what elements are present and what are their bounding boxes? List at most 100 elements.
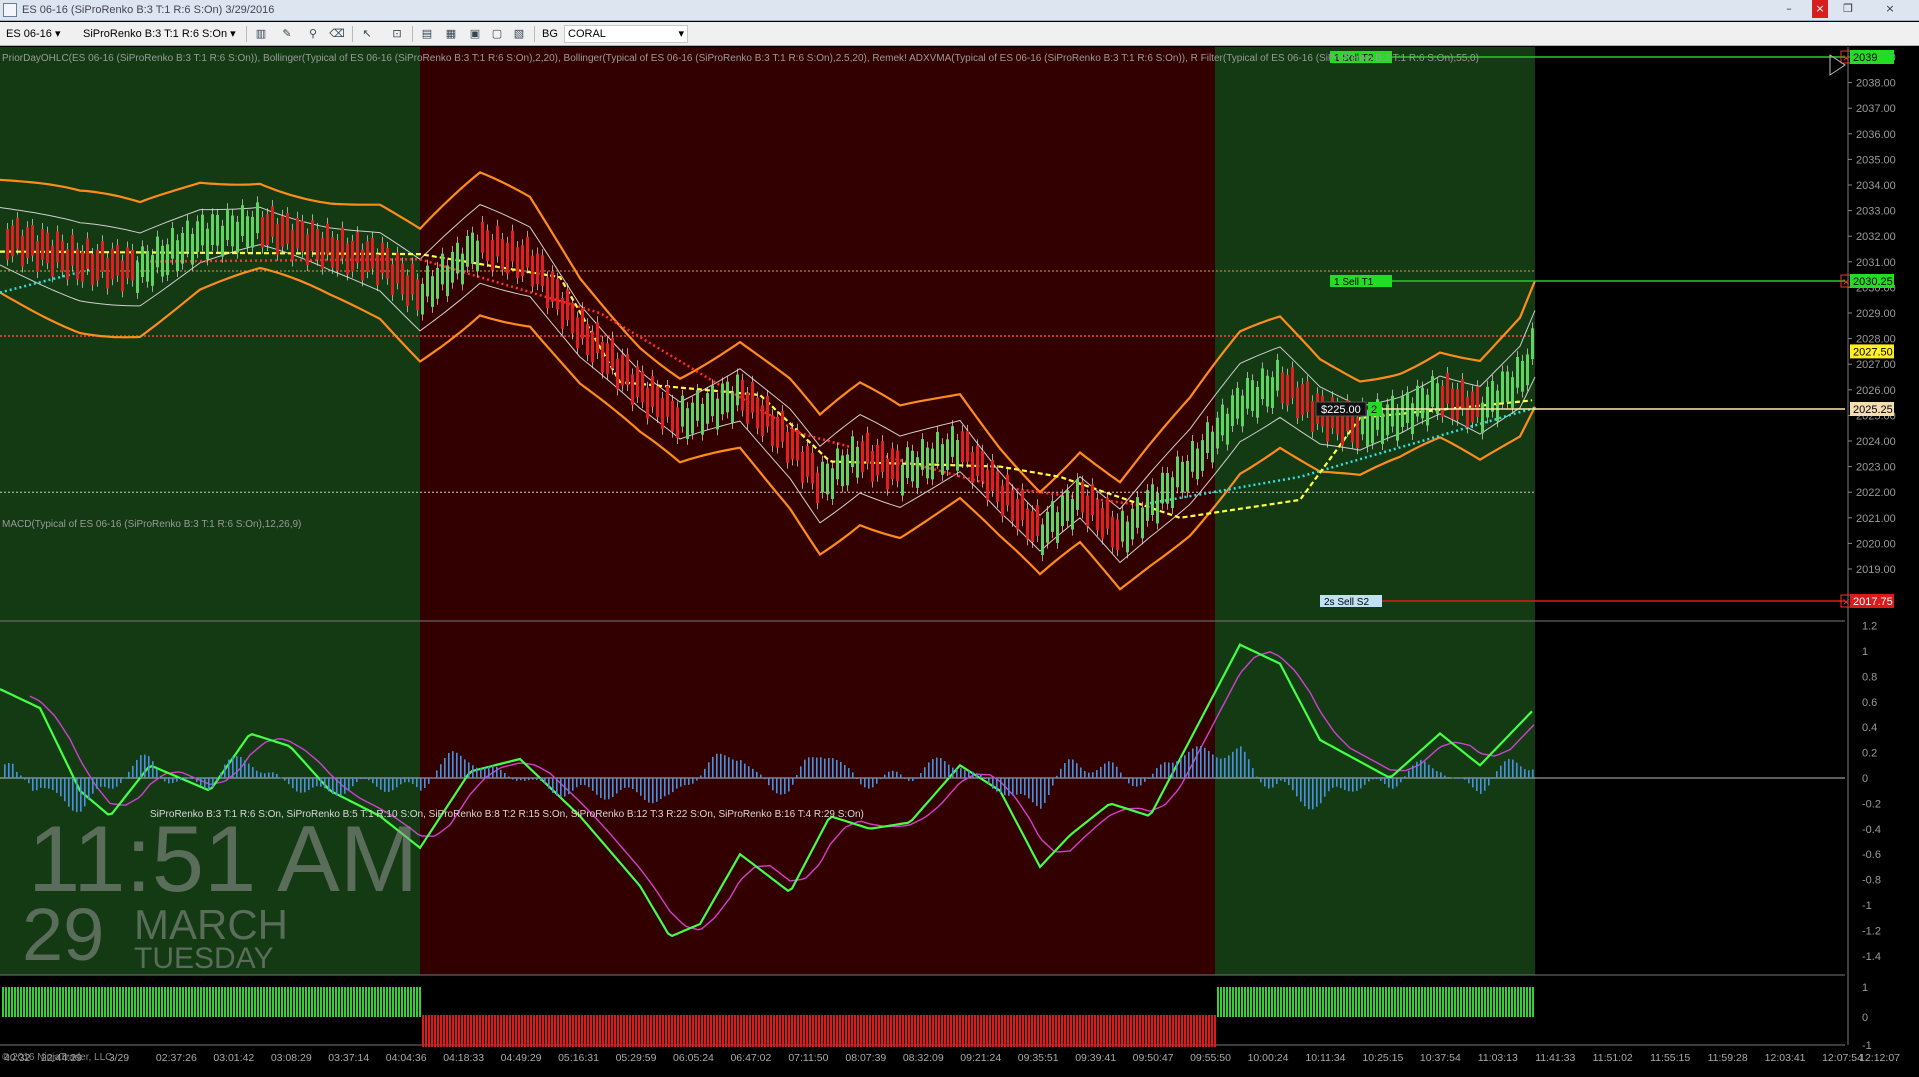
drawing-tools-icon[interactable]: ✎ — [278, 25, 296, 43]
macd-histogram-bar — [864, 778, 866, 788]
trend-bar — [191, 987, 193, 1017]
trend-bar — [1103, 1015, 1105, 1047]
candle-bar — [731, 392, 734, 423]
macd-histogram-bar — [168, 778, 170, 784]
close-button[interactable]: × — [1812, 0, 1828, 18]
candle-bar — [61, 240, 64, 272]
trend-bar — [125, 987, 127, 1017]
trend-bar — [1175, 1015, 1177, 1047]
candle-bar — [736, 374, 739, 406]
candle-bar — [1356, 417, 1359, 449]
trend-bar — [473, 1015, 475, 1047]
clock-month: MARCH — [134, 901, 288, 948]
macd-histogram-bar — [1076, 763, 1078, 778]
macd-histogram-bar — [1064, 763, 1066, 778]
bg-color-select[interactable]: CORAL ▾ — [564, 25, 688, 43]
pin-icon[interactable]: ⚲ — [304, 25, 322, 43]
trend-bar — [149, 987, 151, 1017]
candle-bar — [286, 213, 289, 244]
trend-bar — [374, 987, 376, 1017]
macd-histogram-bar — [16, 771, 18, 778]
macd-histogram-bar — [580, 778, 582, 785]
trend-bar — [1226, 987, 1228, 1017]
macd-histogram-bar — [184, 777, 186, 779]
candle-bar — [1301, 384, 1304, 415]
candle-bar — [681, 395, 684, 427]
zoom-icon[interactable]: ⊡ — [388, 25, 406, 43]
minimize-button[interactable]: – — [1775, 0, 1803, 18]
data-box-icon[interactable]: ▢ — [488, 25, 506, 43]
chevron-down-icon: ▾ — [54, 28, 61, 40]
trend-bar — [974, 1015, 976, 1047]
macd-histogram-bar — [616, 778, 618, 794]
price-tick-label: 2029.00 — [1856, 308, 1896, 320]
trend-bar — [1148, 1015, 1150, 1047]
macd-histogram-bar — [516, 778, 518, 781]
candle-bar — [991, 460, 994, 491]
instrument-selector[interactable]: ES 06-16 ▾ — [6, 25, 60, 43]
macd-histogram-bar — [464, 759, 466, 778]
macd-histogram-bar — [1132, 778, 1134, 786]
restore-button[interactable]: ❐ — [1834, 0, 1862, 18]
macd-histogram-bar — [704, 768, 706, 778]
trend-bar — [332, 987, 334, 1017]
trend-bar — [263, 987, 265, 1017]
macd-histogram-bar — [1380, 778, 1382, 781]
candle-bar — [531, 255, 534, 287]
trend-bar — [1292, 987, 1294, 1017]
macd-histogram-bar — [1324, 778, 1326, 797]
trend-bar — [1067, 1015, 1069, 1047]
macd-histogram-bar — [428, 778, 430, 784]
trend-bar — [923, 1015, 925, 1047]
trend-bar — [566, 1015, 568, 1047]
trend-bar — [1373, 987, 1375, 1017]
trend-bar — [1256, 987, 1258, 1017]
chart-trader-icon[interactable]: ▧ — [510, 25, 528, 43]
window-close-icon[interactable]: × — [1876, 0, 1904, 18]
trend-bar — [950, 1015, 952, 1047]
macd-histogram-bar — [484, 767, 486, 778]
eraser-icon[interactable]: ⌫ — [328, 25, 346, 43]
candle-bar — [666, 385, 669, 417]
candle-bar — [801, 452, 804, 483]
trend-bar — [59, 987, 61, 1017]
candle-bar — [1211, 431, 1214, 463]
trend-bar — [173, 987, 175, 1017]
trend-bar — [599, 1015, 601, 1047]
strategies-icon[interactable]: ▦ — [442, 25, 460, 43]
macd-histogram-bar — [1360, 778, 1362, 789]
macd-histogram-bar — [932, 759, 934, 778]
macd-histogram-bar — [1228, 755, 1230, 778]
trend-bar — [917, 1015, 919, 1047]
chevron-down-icon: ▾ — [230, 28, 236, 40]
candle-bar — [711, 385, 714, 417]
cursor-icon[interactable]: ↖ — [358, 25, 376, 43]
macd-histogram-bar — [552, 778, 554, 793]
trend-bar — [1496, 987, 1498, 1017]
bar-style-icon[interactable]: ▥ — [252, 25, 270, 43]
trend-bar — [1172, 1015, 1174, 1047]
candle-bar — [1396, 409, 1399, 441]
bar-type-selector[interactable]: SiProRenko B:3 T:1 R:6 S:On ▾ — [83, 25, 236, 43]
indicators-icon[interactable]: ▤ — [418, 25, 436, 43]
trend-bar — [968, 1015, 970, 1047]
time-tick-label: 10:37:54 — [1420, 1052, 1461, 1064]
trend-bar — [1190, 1015, 1192, 1047]
candle-bar — [541, 255, 544, 287]
trend-bar — [71, 987, 73, 1017]
chart-properties-icon[interactable]: ▣ — [466, 25, 484, 43]
macd-histogram-bar — [560, 778, 562, 798]
candle-bar — [1421, 387, 1424, 419]
time-tick-label: 06:47:02 — [730, 1052, 771, 1064]
macd-histogram-bar — [1012, 778, 1014, 796]
candle-bar — [1501, 371, 1504, 403]
macd-histogram-bar — [1312, 778, 1314, 810]
macd-histogram-bar — [1336, 778, 1338, 787]
macd-histogram-bar — [1108, 761, 1110, 778]
time-tick-label: 08:32:09 — [903, 1052, 944, 1064]
trend-bar — [341, 987, 343, 1017]
trend-bar — [86, 987, 88, 1017]
macd-histogram-bar — [732, 759, 734, 778]
candle-bar — [596, 322, 599, 354]
trend-bar — [809, 1015, 811, 1047]
